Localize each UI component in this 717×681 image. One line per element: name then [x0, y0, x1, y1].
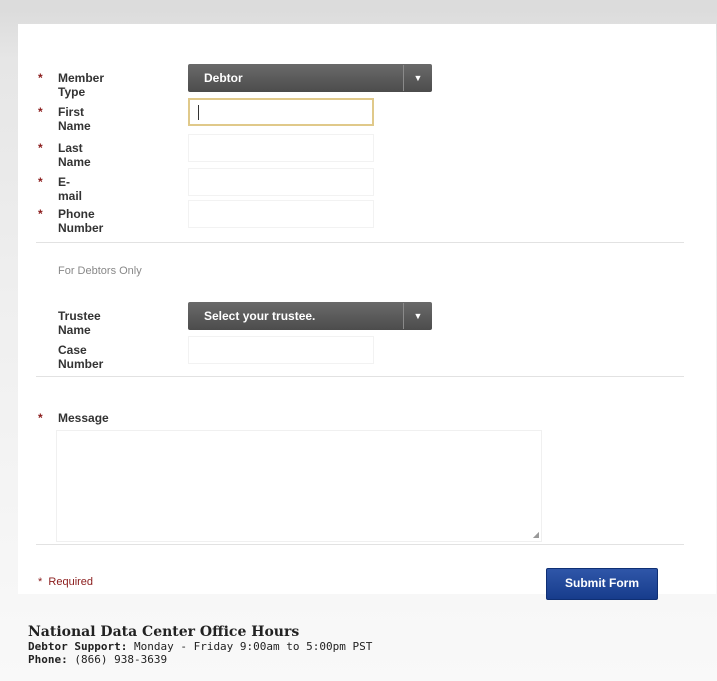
first-name-label: First Name: [58, 105, 91, 133]
phone-input[interactable]: [188, 200, 374, 228]
case-number-input[interactable]: [188, 336, 374, 364]
office-hours-title: National Data Center Office Hours: [28, 624, 300, 640]
required-marker: *: [38, 105, 43, 119]
phone-label: Phone:: [28, 653, 68, 666]
phone-label: Phone Number: [58, 207, 104, 235]
debtor-section-title: For Debtors Only: [58, 265, 142, 277]
contact-form: * Member Type Debtor ▼ * First Name * La…: [18, 24, 716, 600]
chevron-down-icon[interactable]: ▼: [404, 311, 432, 321]
text-caret: [198, 105, 199, 120]
required-marker: *: [38, 411, 43, 425]
trustee-label: Trustee Name: [58, 309, 101, 337]
last-name-input[interactable]: [188, 134, 374, 162]
chevron-down-icon[interactable]: ▼: [404, 73, 432, 83]
section-divider: [36, 376, 684, 377]
trustee-value: Select your trustee.: [204, 309, 316, 323]
debtor-support-label: Debtor Support:: [28, 640, 128, 653]
office-hours: National Data Center Office Hours Debtor…: [28, 624, 372, 666]
submit-button[interactable]: Submit Form: [546, 568, 658, 600]
member-type-select[interactable]: Debtor ▼: [188, 64, 432, 92]
first-name-input[interactable]: [188, 98, 374, 126]
resize-handle-icon[interactable]: ◢: [533, 530, 539, 539]
required-marker: *: [38, 175, 43, 189]
debtor-support-hours: Monday - Friday 9:00am to 5:00pm PST: [133, 640, 373, 653]
email-label: E-mail: [58, 175, 83, 203]
section-divider: [36, 242, 684, 243]
phone-line: Phone: (866) 938-3639: [28, 653, 372, 666]
message-label: Message: [58, 411, 109, 425]
last-name-label: Last Name: [58, 141, 91, 169]
required-marker: *: [38, 576, 43, 588]
required-note-text: Required: [48, 576, 94, 588]
section-divider: [36, 544, 684, 545]
message-textarea[interactable]: ◢: [56, 430, 542, 542]
phone-number: (866) 938-3639: [74, 653, 168, 666]
case-number-label: Case Number: [58, 343, 104, 371]
member-type-value: Debtor: [204, 71, 243, 85]
trustee-select[interactable]: Select your trustee. ▼: [188, 302, 432, 330]
debtor-support-line: Debtor Support: Monday - Friday 9:00am t…: [28, 640, 372, 653]
required-marker: *: [38, 207, 43, 221]
required-marker: *: [38, 71, 43, 85]
required-note: * Required: [38, 576, 93, 588]
member-type-label: Member Type: [58, 71, 105, 99]
required-marker: *: [38, 141, 43, 155]
email-input[interactable]: [188, 168, 374, 196]
